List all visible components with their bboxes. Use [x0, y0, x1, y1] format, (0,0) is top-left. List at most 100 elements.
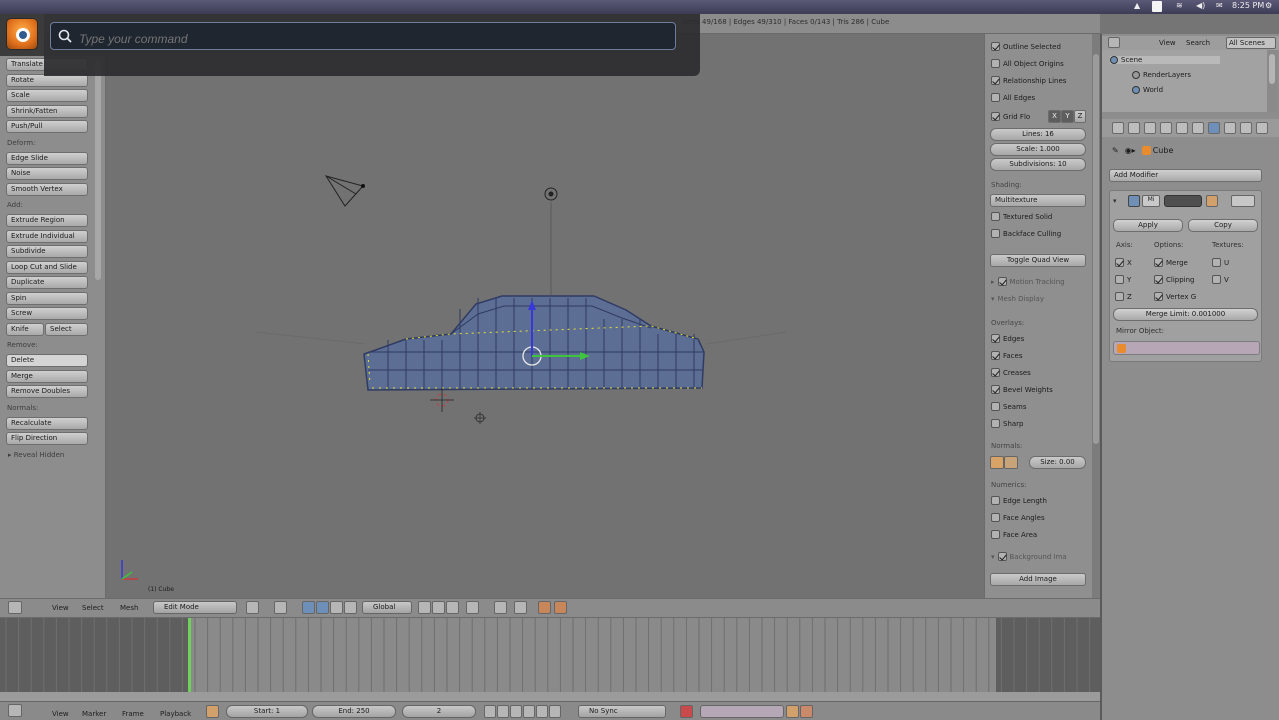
- checkbox[interactable]: [991, 212, 1000, 221]
- mirror-object-field[interactable]: [1113, 341, 1260, 355]
- outliner-item-world[interactable]: World: [1132, 86, 1163, 94]
- checkbox[interactable]: [991, 76, 1000, 85]
- battery-icon[interactable]: [1152, 1, 1162, 12]
- outliner-item-scene[interactable]: Scene: [1110, 56, 1220, 64]
- data-tab-icon[interactable]: [1224, 122, 1236, 134]
- modifier-display-toggles[interactable]: [1164, 195, 1202, 207]
- texture-v-toggle[interactable]: V: [1212, 275, 1229, 284]
- world-tab-icon[interactable]: [1144, 122, 1156, 134]
- checkbox[interactable]: [1115, 258, 1124, 267]
- vertex-normals-icon[interactable]: [990, 456, 1004, 469]
- scale-manipulator-icon[interactable]: [344, 601, 357, 614]
- viewport-shading-icon[interactable]: [246, 601, 259, 614]
- playback-menu[interactable]: Playback: [160, 710, 191, 718]
- checkbox[interactable]: [991, 419, 1000, 428]
- editor-type-icon[interactable]: [1108, 37, 1120, 48]
- tool-noise-button[interactable]: Noise: [6, 167, 88, 180]
- tool-subdivide-button[interactable]: Subdivide: [6, 245, 88, 258]
- vertex-select-icon[interactable]: [418, 601, 431, 614]
- mirror-axis-z-toggle[interactable]: Z: [1115, 292, 1132, 301]
- motion-tracking-panel[interactable]: ▸ Motion Tracking: [991, 277, 1065, 286]
- edge-length-toggle[interactable]: Edge Length: [991, 496, 1047, 505]
- toggle-quad-view-button[interactable]: Toggle Quad View: [990, 254, 1086, 267]
- delete-keyframe-icon[interactable]: [800, 705, 813, 718]
- merge-limit-field[interactable]: Merge Limit: 0.001000: [1113, 308, 1258, 321]
- faces-toggle[interactable]: Faces: [991, 351, 1022, 360]
- render-animation-icon[interactable]: [554, 601, 567, 614]
- material-tab-icon[interactable]: [1240, 122, 1252, 134]
- scene-filter-dropdown[interactable]: All Scenes: [1226, 37, 1276, 49]
- face-normals-icon[interactable]: [1004, 456, 1018, 469]
- tool-merge-button[interactable]: Merge: [6, 369, 88, 383]
- move-modifier-arrows[interactable]: [1231, 195, 1255, 207]
- checkbox[interactable]: [1212, 275, 1221, 284]
- mail-icon[interactable]: ✉: [1216, 1, 1223, 10]
- view-menu[interactable]: View: [52, 604, 69, 612]
- outliner-search-menu[interactable]: Search: [1186, 39, 1210, 47]
- checkbox[interactable]: [1154, 258, 1163, 267]
- timeline-view-menu[interactable]: View: [52, 710, 69, 718]
- sync-mode-dropdown[interactable]: No Sync: [578, 705, 666, 718]
- record-icon[interactable]: [680, 705, 693, 718]
- outliner-scrollbar[interactable]: [1267, 50, 1277, 112]
- grid-axis-x-button[interactable]: X: [1048, 110, 1061, 123]
- transform-orientation-dropdown[interactable]: Global: [362, 601, 412, 614]
- checkbox[interactable]: [1154, 292, 1163, 301]
- checkbox[interactable]: [991, 496, 1000, 505]
- editor-type-icon[interactable]: [8, 601, 22, 614]
- apply-modifier-button[interactable]: Apply: [1113, 219, 1183, 232]
- texture-u-toggle[interactable]: U: [1212, 258, 1229, 267]
- checkbox[interactable]: [1154, 275, 1163, 284]
- select-menu[interactable]: Select: [82, 604, 104, 612]
- edges-toggle[interactable]: Edges: [991, 334, 1024, 343]
- tool-edge-slide-button[interactable]: Edge Slide: [6, 151, 88, 165]
- wifi-icon[interactable]: ≋: [1176, 1, 1183, 10]
- checkbox[interactable]: [1212, 258, 1221, 267]
- relationship-lines-toggle[interactable]: Relationship Lines: [991, 76, 1066, 85]
- mirror-axis-y-toggle[interactable]: Y: [1115, 275, 1131, 284]
- current-frame-field[interactable]: 2: [402, 705, 476, 718]
- keying-set-field[interactable]: [700, 705, 784, 718]
- grid-floor-toggle[interactable]: Grid Flo: [991, 112, 1030, 121]
- object-tab-icon[interactable]: [1160, 122, 1172, 134]
- merge-toggle[interactable]: Merge: [1154, 258, 1188, 267]
- all-edges-toggle[interactable]: All Edges: [991, 93, 1035, 102]
- grid-axis-y-button[interactable]: Y: [1061, 110, 1074, 123]
- tool-extrude-region-button[interactable]: Extrude Region: [6, 214, 88, 227]
- seams-toggle[interactable]: Seams: [991, 402, 1027, 411]
- tool-duplicate-button[interactable]: Duplicate: [6, 276, 88, 289]
- shading-dropdown[interactable]: Multitexture: [990, 194, 1086, 207]
- scene-tab-icon[interactable]: [1128, 122, 1140, 134]
- tool-flip-direction-button[interactable]: Flip Direction: [6, 432, 88, 445]
- tool-knife-button[interactable]: Knife: [6, 322, 44, 336]
- system-clock[interactable]: 8:25 PM: [1232, 1, 1264, 10]
- tool-shrink-fatten-button[interactable]: Shrink/Fatten: [6, 104, 88, 118]
- mode-dropdown[interactable]: Edit Mode: [153, 601, 237, 614]
- preview-range-icon[interactable]: [206, 705, 219, 718]
- background-images-panel[interactable]: ▾ Background Ima: [991, 552, 1067, 561]
- tool-push-pull-button[interactable]: Push/Pull: [6, 120, 88, 133]
- network-icon[interactable]: ▲: [1134, 1, 1140, 10]
- constraints-tab-icon[interactable]: [1176, 122, 1188, 134]
- car-mesh[interactable]: [363, 295, 705, 391]
- checkbox[interactable]: [991, 368, 1000, 377]
- mesh-display-panel[interactable]: ▾ Mesh Display: [991, 295, 1044, 303]
- tool-scale-button[interactable]: Scale: [6, 89, 88, 102]
- edit-mode-toggle-icon[interactable]: [1206, 195, 1218, 207]
- snap-icon[interactable]: [514, 601, 527, 614]
- checkbox[interactable]: [997, 552, 1007, 561]
- editor-type-icon[interactable]: [8, 704, 22, 717]
- manipulator-toggle-icon[interactable]: [302, 601, 315, 614]
- frame-menu[interactable]: Frame: [122, 710, 144, 718]
- grid-axis-z-button[interactable]: Z: [1074, 110, 1086, 123]
- chevron-down-icon[interactable]: ▾: [1113, 197, 1117, 205]
- face-angles-toggle[interactable]: Face Angles: [991, 513, 1045, 522]
- current-frame-marker[interactable]: [188, 618, 191, 692]
- normal-size-field[interactable]: Size: 0.00: [1029, 456, 1086, 469]
- tool-loop-cut-and-slide-button[interactable]: Loop Cut and Slide: [6, 260, 88, 274]
- grid-lines-field[interactable]: Lines: 16: [990, 128, 1086, 141]
- edge-select-icon[interactable]: [432, 601, 445, 614]
- pivot-point-icon[interactable]: [274, 601, 287, 614]
- tool-knife-select-button[interactable]: Select: [45, 322, 88, 336]
- power-icon[interactable]: ⚙: [1265, 1, 1272, 10]
